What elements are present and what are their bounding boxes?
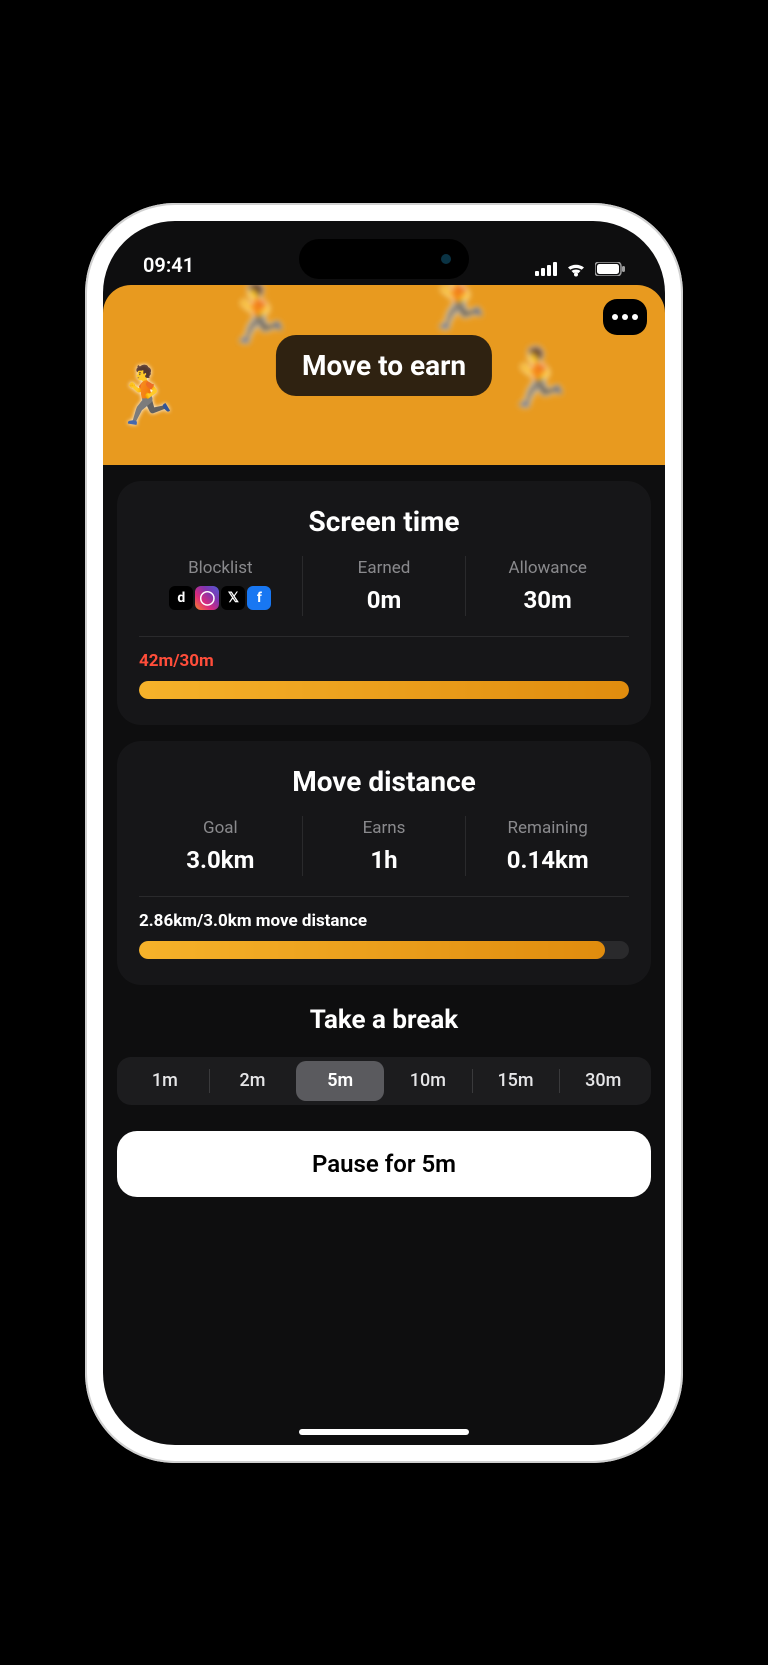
status-right — [535, 261, 625, 277]
break-option-15m[interactable]: 15m — [472, 1061, 560, 1101]
allowance-label: Allowance — [508, 558, 586, 578]
screen-time-progress-fill — [139, 681, 629, 699]
screen-time-stats: Blocklist d ◯ 𝕏 f Earned 0m Allowance — [139, 556, 629, 616]
screen: 09:41 🏃 🏃 🏃 🏃 Move to ear — [103, 221, 665, 1445]
allowance-stat: Allowance 30m — [465, 556, 629, 616]
goal-label: Goal — [203, 818, 238, 838]
dynamic-island — [299, 239, 469, 279]
move-distance-title: Move distance — [139, 765, 629, 798]
runner-icon: 🏃 — [111, 363, 181, 429]
break-option-1m[interactable]: 1m — [121, 1061, 209, 1101]
earns-stat: Earns 1h — [302, 816, 466, 876]
take-a-break-title: Take a break — [117, 1005, 651, 1035]
cellular-signal-icon — [535, 262, 557, 276]
screen-time-progress — [139, 681, 629, 699]
earned-value: 0m — [367, 586, 402, 614]
goal-stat: Goal 3.0km — [139, 816, 302, 876]
earned-label: Earned — [358, 558, 411, 578]
move-progress — [139, 941, 629, 959]
hero-banner: 🏃 🏃 🏃 🏃 Move to earn — [103, 285, 665, 465]
hero-title: Move to earn — [302, 349, 466, 382]
hero-title-pill: Move to earn — [276, 335, 492, 396]
tiktok-icon: d — [169, 586, 193, 610]
runner-icon: 🏃 — [503, 345, 573, 411]
earns-label: Earns — [363, 818, 406, 838]
move-distance-card: Move distance Goal 3.0km Earns 1h Remain… — [117, 741, 651, 985]
earned-stat: Earned 0m — [302, 556, 466, 616]
pause-button-label: Pause for 5m — [312, 1150, 456, 1178]
goal-value: 3.0km — [186, 846, 254, 874]
pause-button[interactable]: Pause for 5m — [117, 1131, 651, 1197]
runner-icon: 🏃 — [423, 285, 493, 333]
x-icon: 𝕏 — [221, 586, 245, 610]
dot-icon — [632, 314, 638, 320]
content: 🏃 🏃 🏃 🏃 Move to earn Screen time Block — [103, 281, 665, 1445]
allowance-value: 30m — [524, 586, 572, 614]
blocklist-icons: d ◯ 𝕏 f — [169, 586, 271, 610]
earns-value: 1h — [370, 846, 397, 874]
dot-icon — [612, 314, 618, 320]
remaining-value: 0.14km — [507, 846, 589, 874]
remaining-label: Remaining — [508, 818, 588, 838]
battery-icon — [595, 262, 625, 276]
move-stats: Goal 3.0km Earns 1h Remaining 0.14km — [139, 816, 629, 876]
screen-time-progress-label: 42m/30m — [139, 651, 629, 671]
break-segmented-control[interactable]: 1m2m5m10m15m30m — [117, 1057, 651, 1105]
remaining-stat: Remaining 0.14km — [465, 816, 629, 876]
blocklist-stat[interactable]: Blocklist d ◯ 𝕏 f — [139, 556, 302, 616]
dot-icon — [622, 314, 628, 320]
runner-icon: 🏃 — [223, 285, 293, 347]
more-button[interactable] — [603, 299, 647, 335]
break-option-30m[interactable]: 30m — [559, 1061, 647, 1101]
break-option-2m[interactable]: 2m — [209, 1061, 297, 1101]
phone-frame: 09:41 🏃 🏃 🏃 🏃 Move to ear — [85, 203, 683, 1463]
home-indicator[interactable] — [299, 1429, 469, 1435]
facebook-icon: f — [247, 586, 271, 610]
divider — [139, 896, 629, 897]
blocklist-label: Blocklist — [188, 558, 253, 578]
status-time: 09:41 — [143, 253, 194, 277]
move-progress-label: 2.86km/3.0km move distance — [139, 911, 629, 931]
divider — [139, 636, 629, 637]
break-option-5m[interactable]: 5m — [296, 1061, 384, 1101]
screen-time-title: Screen time — [139, 505, 629, 538]
instagram-icon: ◯ — [195, 586, 219, 610]
take-a-break-section: Take a break 1m2m5m10m15m30m Pause for 5… — [117, 1001, 651, 1197]
move-progress-fill — [139, 941, 605, 959]
break-option-10m[interactable]: 10m — [384, 1061, 472, 1101]
wifi-icon — [565, 261, 587, 277]
screen-time-card: Screen time Blocklist d ◯ 𝕏 f Earned 0m — [117, 481, 651, 725]
